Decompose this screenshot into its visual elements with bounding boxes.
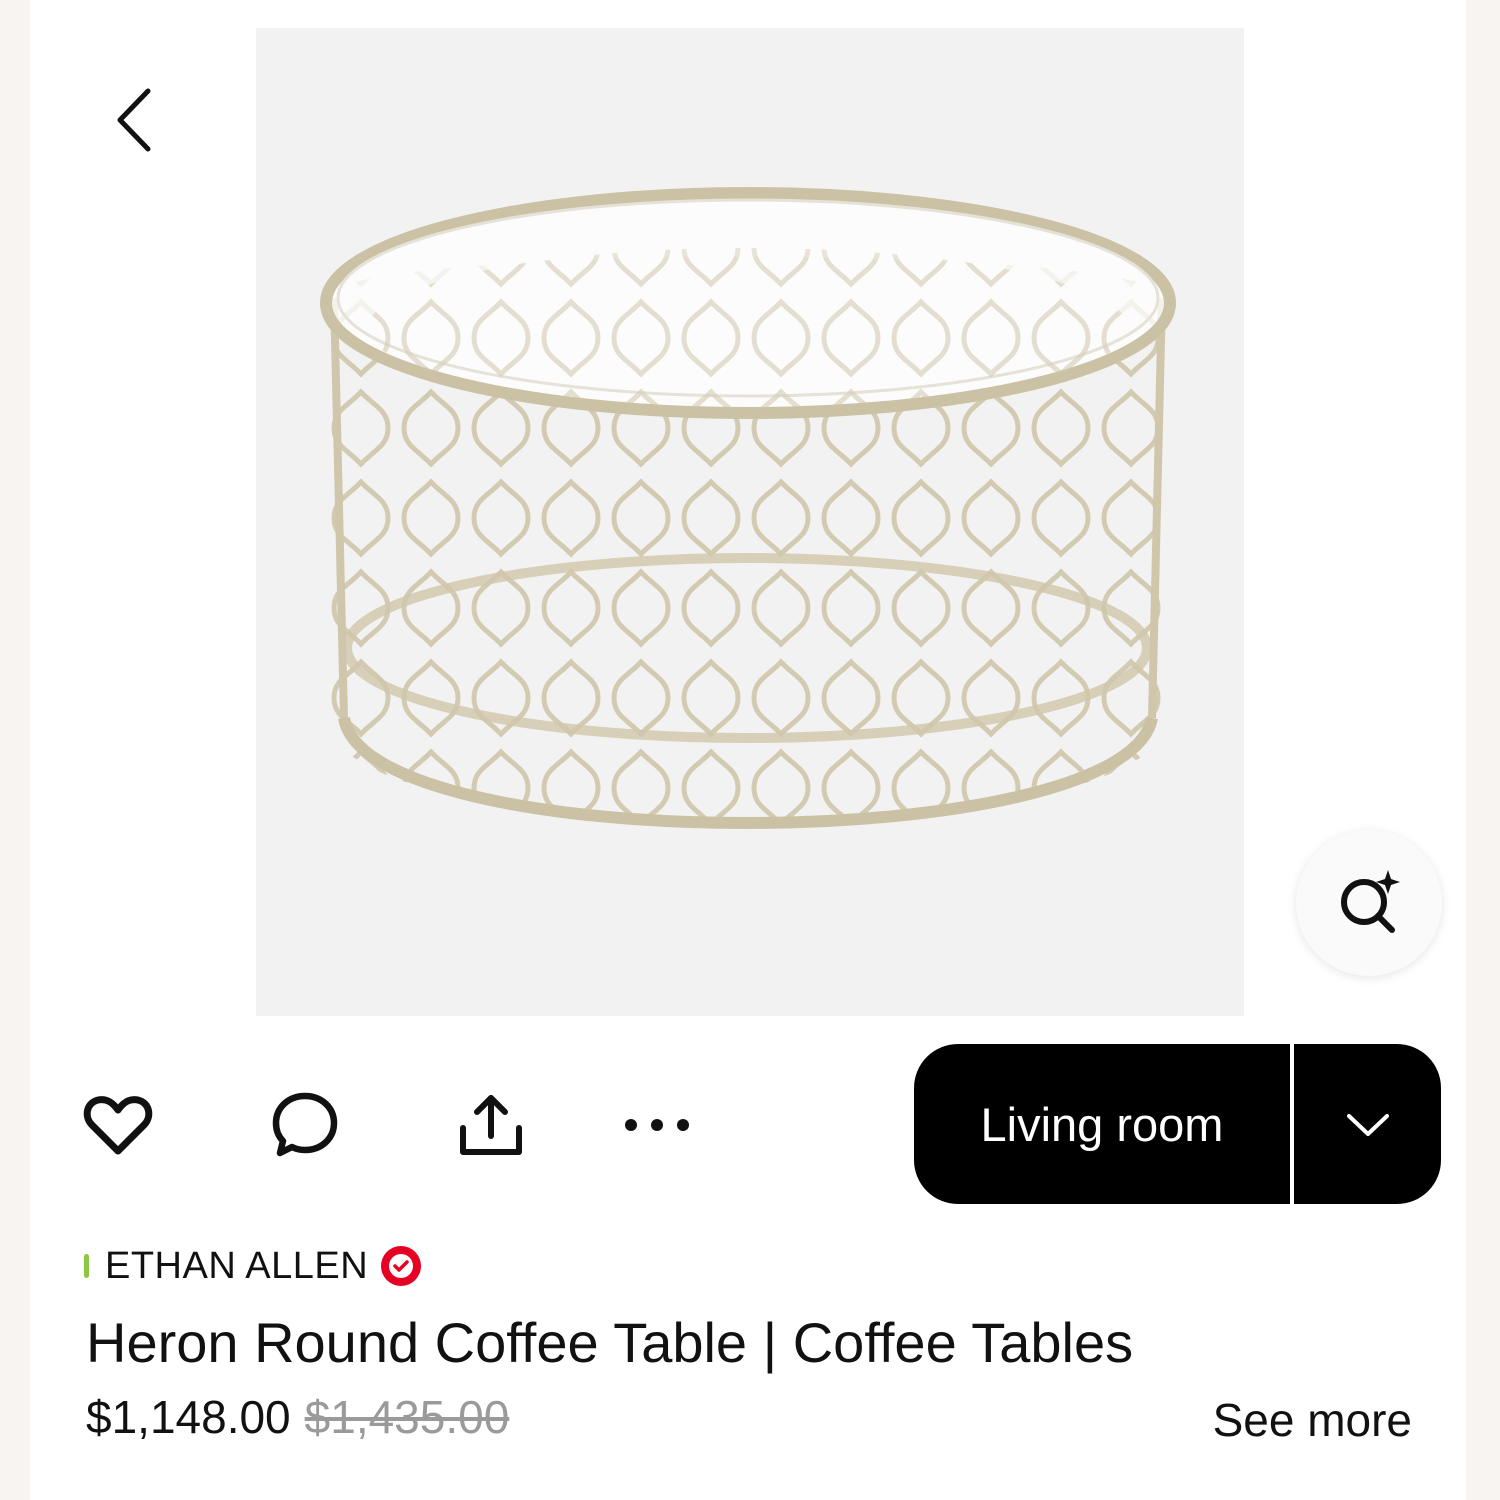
heart-icon <box>83 1096 153 1155</box>
brand-name[interactable]: ETHAN ALLEN <box>105 1245 368 1288</box>
share-icon <box>460 1095 522 1155</box>
back-button[interactable] <box>100 80 170 160</box>
like-button[interactable] <box>73 1080 163 1170</box>
brand-logo-mark <box>84 1254 89 1278</box>
product-image[interactable] <box>256 28 1244 1016</box>
board-name-button[interactable]: Living room <box>914 1044 1290 1204</box>
more-button[interactable] <box>608 1080 698 1170</box>
chevron-left-icon <box>117 88 151 152</box>
coffee-table-illustration <box>320 187 1176 829</box>
board-save-control: Living room <box>914 1044 1441 1204</box>
verified-check-icon <box>381 1246 422 1286</box>
visual-search-button[interactable] <box>1296 830 1442 976</box>
board-dropdown-button[interactable] <box>1294 1044 1441 1204</box>
current-price: $1,148.00 <box>86 1391 291 1443</box>
comment-icon <box>272 1092 338 1157</box>
more-icon <box>625 1119 689 1131</box>
product-title: Heron Round Coffee Table | Coffee Tables <box>86 1311 1134 1374</box>
original-price: $1,435.00 <box>304 1391 510 1443</box>
brand-row[interactable]: ETHAN ALLEN <box>84 1238 422 1294</box>
price-row: $1,148.00 $1,435.00 <box>86 1390 509 1444</box>
see-more-link[interactable]: See more <box>1213 1393 1412 1447</box>
chevron-down-icon <box>1346 1114 1389 1136</box>
visual-search-icon <box>1341 870 1400 933</box>
share-button[interactable] <box>446 1080 536 1170</box>
comment-button[interactable] <box>260 1080 350 1170</box>
